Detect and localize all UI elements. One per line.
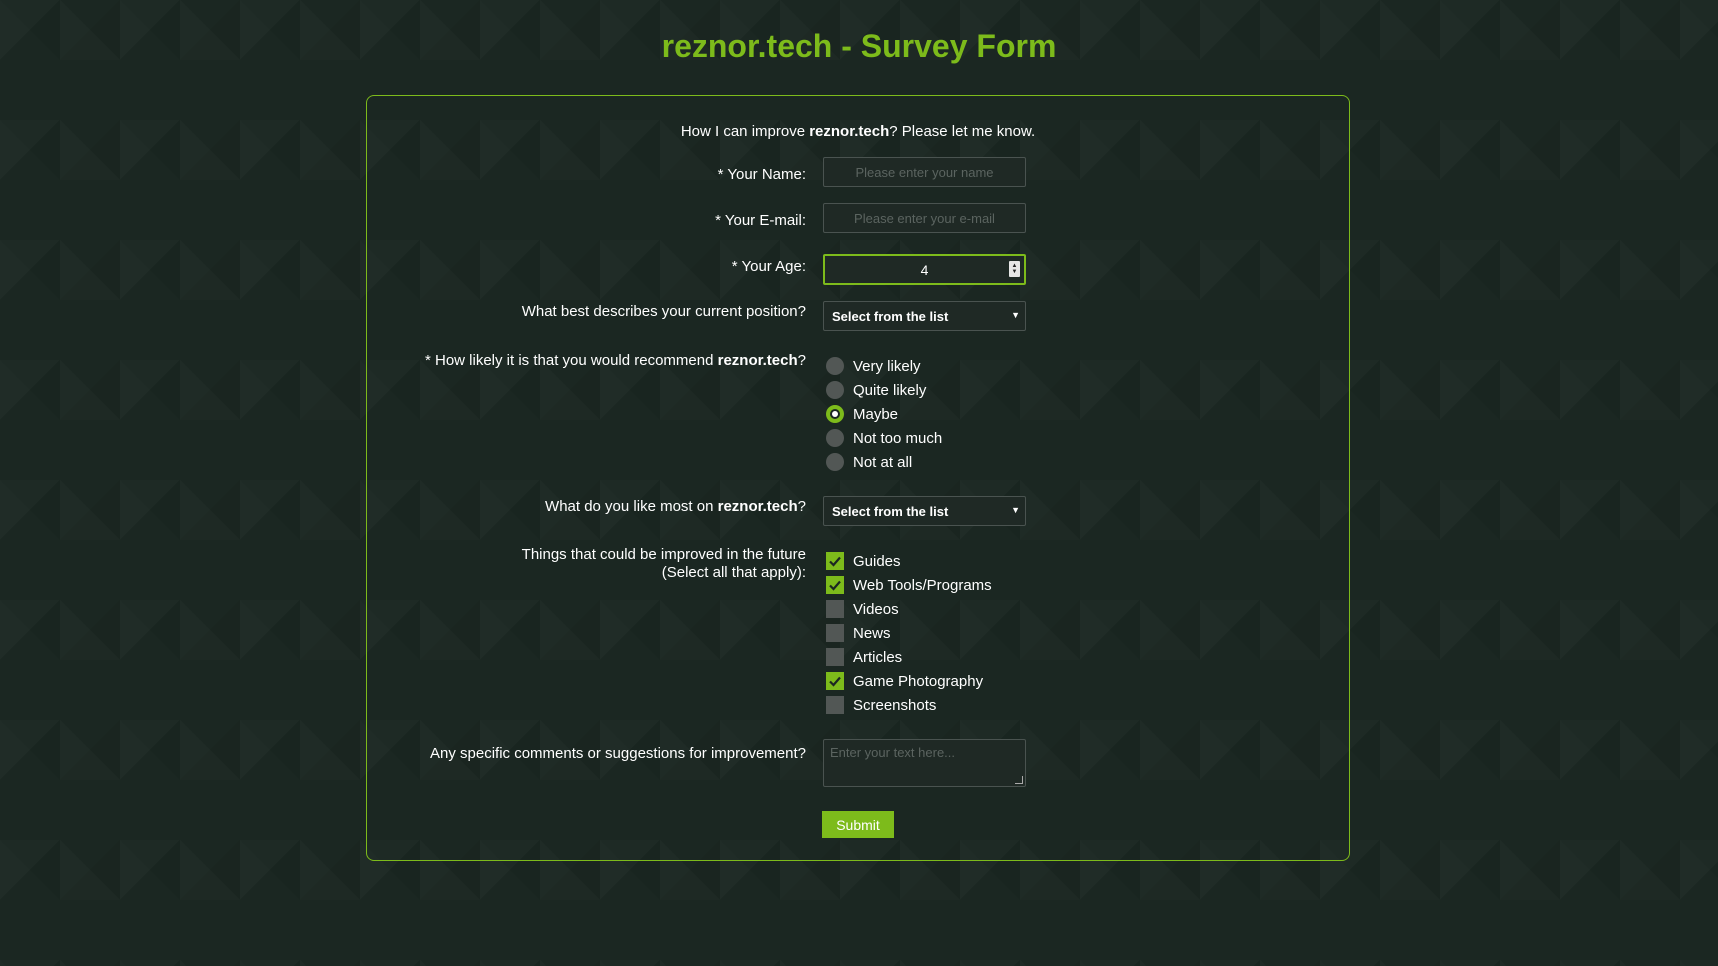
improve-label-line1: Things that could be improved in the fut… — [521, 546, 806, 563]
recommend-label-brand: reznor.tech — [717, 352, 798, 369]
radio-option[interactable]: Quite likely — [826, 380, 926, 400]
checkmark-icon — [829, 676, 841, 687]
checkbox-label: Web Tools/Programs — [853, 576, 992, 594]
checkbox-checked[interactable] — [826, 672, 844, 690]
like-most-selected-value: Select from the list — [832, 503, 949, 519]
radio-label: Very likely — [853, 357, 921, 375]
checkbox-option[interactable]: Web Tools/Programs — [826, 575, 992, 595]
radio-label: Not at all — [853, 453, 913, 471]
like-most-label: What do you like most on reznor.tech? — [386, 498, 806, 516]
checkbox[interactable] — [826, 624, 844, 642]
dropdown-arrow-icon: ▼ — [1011, 505, 1020, 515]
intro-brand: reznor.tech — [809, 123, 890, 140]
email-label: * Your E-mail: — [715, 212, 806, 229]
intro-suffix: ? Please let me know. — [889, 123, 1036, 140]
age-value: 4 — [920, 261, 929, 278]
radio-button[interactable] — [826, 381, 844, 399]
checkbox-option[interactable]: Game Photography — [826, 671, 983, 691]
comments-label: Any specific comments or suggestions for… — [430, 745, 806, 762]
like-most-label-brand: reznor.tech — [717, 498, 798, 515]
checkbox-option[interactable]: Articles — [826, 647, 902, 667]
checkbox-label: News — [853, 624, 891, 642]
checkmark-icon — [829, 580, 841, 591]
radio-button[interactable] — [826, 357, 844, 375]
spinner-down-icon[interactable]: ▼ — [1012, 269, 1018, 275]
checkbox-label: Screenshots — [853, 696, 937, 714]
radio-option[interactable]: Very likely — [826, 356, 921, 376]
age-number-input[interactable]: 4 ▲ ▼ — [823, 254, 1026, 285]
checkbox-label: Articles — [853, 648, 903, 666]
submit-button[interactable]: Submit — [822, 811, 894, 838]
radio-label: Not too much — [853, 429, 943, 447]
checkbox-label: Guides — [853, 552, 901, 570]
position-select[interactable]: Select from the list ▼ — [823, 301, 1026, 331]
resize-handle-icon[interactable] — [1015, 776, 1023, 784]
checkbox-label: Game Photography — [853, 672, 984, 690]
checkbox[interactable] — [826, 600, 844, 618]
radio-option[interactable]: Not at all — [826, 452, 912, 472]
radio-option[interactable]: Maybe — [826, 404, 898, 424]
like-most-label-prefix: What do you like most on — [545, 498, 718, 515]
checkbox-checked[interactable] — [826, 552, 844, 570]
checkbox-option[interactable]: Screenshots — [826, 695, 936, 715]
dropdown-arrow-icon: ▼ — [1011, 310, 1020, 320]
checkbox-checked[interactable] — [826, 576, 844, 594]
form-intro: How I can improve reznor.tech? Please le… — [367, 123, 1349, 140]
age-label: * Your Age: — [731, 258, 806, 275]
like-most-select[interactable]: Select from the list ▼ — [823, 496, 1026, 526]
radio-label: Quite likely — [853, 381, 927, 399]
position-label: What best describes your current positio… — [521, 303, 806, 320]
age-spinner[interactable]: ▲ ▼ — [1009, 261, 1020, 277]
checkbox[interactable] — [826, 696, 844, 714]
checkbox-label: Videos — [853, 600, 899, 618]
radio-option[interactable]: Not too much — [826, 428, 942, 448]
comments-placeholder: Enter your text here... — [830, 745, 956, 760]
improve-label: Things that could be improved in the fut… — [386, 546, 806, 582]
comments-textarea[interactable]: Enter your text here... — [823, 739, 1026, 787]
improve-label-line2: (Select all that apply): — [661, 564, 806, 581]
recommend-label-prefix: * How likely it is that you would recomm… — [425, 352, 718, 369]
intro-prefix: How I can improve — [680, 123, 810, 140]
radio-button[interactable] — [826, 429, 844, 447]
radio-button-selected[interactable] — [826, 405, 844, 423]
recommend-label: * How likely it is that you would recomm… — [386, 352, 806, 370]
name-input[interactable] — [823, 157, 1026, 187]
email-input[interactable] — [823, 203, 1026, 233]
checkbox-option[interactable]: Videos — [826, 599, 899, 619]
checkbox[interactable] — [826, 648, 844, 666]
position-selected-value: Select from the list — [832, 308, 949, 324]
page-title: reznor.tech - Survey Form — [661, 28, 1057, 64]
radio-label: Maybe — [853, 405, 899, 423]
checkmark-icon — [829, 556, 841, 567]
checkbox-option[interactable]: Guides — [826, 551, 901, 571]
name-label: * Your Name: — [717, 166, 806, 183]
checkbox-option[interactable]: News — [826, 623, 891, 643]
like-most-label-suffix: ? — [797, 498, 806, 515]
radio-button[interactable] — [826, 453, 844, 471]
survey-form: How I can improve reznor.tech? Please le… — [366, 95, 1350, 861]
recommend-label-suffix: ? — [797, 352, 806, 369]
